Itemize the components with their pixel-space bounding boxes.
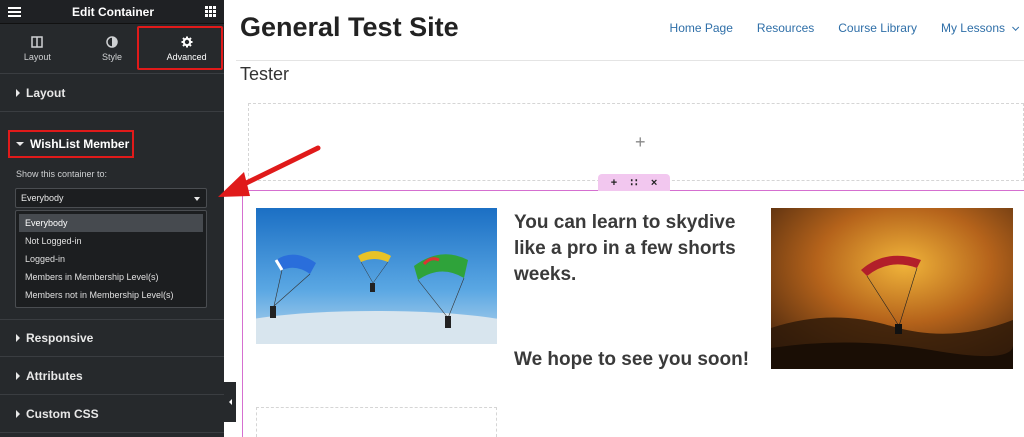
paraglider-sunset-image — [771, 208, 1013, 369]
visibility-dropdown-list: Everybody Not Logged-in Logged-in Member… — [15, 210, 207, 308]
hero-heading: You can learn to skydive like a pro in a… — [514, 212, 736, 285]
style-icon — [106, 35, 118, 48]
site-preview: General Test Site Home Page Resources Co… — [236, 0, 1024, 437]
nav-resources[interactable]: Resources — [757, 21, 814, 35]
caret-right-icon — [16, 88, 20, 97]
tab-label: Style — [102, 51, 123, 62]
closing-heading: We hope to see you soon! — [514, 349, 750, 370]
section-label: Layout — [26, 85, 66, 100]
advanced-highlight-box — [137, 26, 223, 70]
drag-handle-icon[interactable]: ∷ — [631, 176, 638, 189]
caret-right-icon — [16, 334, 20, 342]
option-not-logged-in[interactable]: Not Logged-in — [19, 232, 203, 250]
nav-course-library[interactable]: Course Library — [838, 21, 917, 35]
section-wishlist-member[interactable]: WishList Member — [8, 130, 134, 158]
add-icon[interactable]: + — [611, 177, 617, 189]
add-element-icon[interactable]: + — [635, 132, 646, 153]
skydivers-image — [256, 208, 497, 344]
chevron-down-icon — [1012, 23, 1020, 31]
site-nav: Home Page Resources Course Library My Le… — [670, 21, 1020, 35]
dropdown-arrow-icon — [194, 197, 200, 201]
site-title[interactable]: General Test Site — [240, 12, 459, 43]
empty-container[interactable]: + — [248, 103, 1024, 181]
section-custom-css[interactable]: Custom CSS — [0, 395, 224, 433]
section-label: WishList Member — [30, 137, 130, 151]
section-label: Attributes — [26, 368, 83, 383]
empty-column[interactable] — [256, 407, 497, 437]
nav-label: My Lessons — [940, 21, 1005, 35]
container-handle[interactable]: + ∷ × — [598, 174, 670, 191]
section-label: Custom CSS — [26, 406, 99, 421]
hamburger-menu-icon[interactable] — [8, 6, 21, 17]
nav-home-page[interactable]: Home Page — [670, 21, 733, 35]
widgets-grid-icon[interactable] — [204, 6, 216, 17]
panel-topbar: Edit Container — [0, 0, 224, 24]
section-responsive[interactable]: Responsive — [0, 319, 224, 357]
option-everybody[interactable]: Everybody — [19, 214, 203, 232]
panel-tabs: Layout Style Advanced — [0, 24, 225, 74]
tab-label: Layout — [23, 51, 51, 62]
option-members-in-level[interactable]: Members in Membership Level(s) — [19, 268, 203, 286]
caret-right-icon — [16, 409, 20, 418]
show-container-label: Show this container to: — [16, 169, 108, 179]
option-logged-in[interactable]: Logged-in — [19, 250, 203, 268]
tab-layout[interactable]: Layout — [0, 24, 75, 73]
section-label: Responsive — [26, 331, 94, 345]
option-members-not-in-level[interactable]: Members not in Membership Level(s) — [19, 286, 203, 304]
select-value: Everybody — [21, 193, 64, 203]
section-layout[interactable]: Layout — [0, 74, 224, 112]
collapse-panel-button[interactable] — [224, 382, 236, 422]
caret-down-icon — [16, 142, 24, 146]
header-divider — [236, 60, 1024, 61]
section-attributes[interactable]: Attributes — [0, 357, 224, 395]
caret-right-icon — [16, 371, 20, 380]
visibility-select[interactable]: Everybody — [15, 188, 207, 208]
editor-panel: Edit Container Layout Style Advanced Lay… — [0, 0, 225, 437]
page-subtitle: Tester — [240, 64, 290, 84]
layout-icon — [31, 35, 44, 48]
panel-title: Edit Container — [71, 4, 154, 19]
chevron-left-icon — [228, 399, 232, 405]
nav-my-lessons[interactable]: My Lessons — [940, 21, 1020, 35]
close-icon[interactable]: × — [651, 177, 657, 189]
